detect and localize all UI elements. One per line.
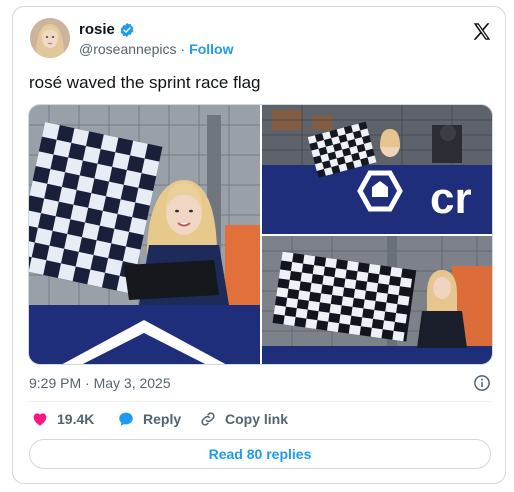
copy-link-label: Copy link: [225, 411, 289, 427]
x-logo-icon[interactable]: [471, 21, 493, 43]
media-photo-3[interactable]: [262, 236, 492, 364]
reply-button[interactable]: Reply: [117, 410, 181, 428]
like-button[interactable]: 19.4K: [31, 410, 94, 428]
media-photo-2[interactable]: cr: [262, 105, 492, 234]
tweet-text: rosé waved the sprint race flag: [29, 73, 261, 92]
author-name-row: rosie: [79, 21, 135, 38]
media-photo-1[interactable]: [29, 105, 260, 364]
heart-icon: [33, 413, 47, 426]
reply-bubble-icon: [119, 412, 133, 426]
read-replies-button[interactable]: Read 80 replies: [29, 439, 491, 469]
follow-button[interactable]: Follow: [189, 41, 233, 57]
separator-dot: ·: [180, 41, 186, 57]
tweet-timestamp[interactable]: 9:29 PM · May 3, 2025: [29, 375, 171, 391]
media-grid: cr: [28, 104, 493, 365]
tweet-card: rosie @roseannepics · Follow rosé waved …: [12, 6, 506, 484]
author-handle[interactable]: @roseannepics: [79, 41, 177, 57]
author-display-name[interactable]: rosie: [79, 21, 115, 38]
author-handle-row: @roseannepics · Follow: [79, 41, 234, 57]
like-count: 19.4K: [57, 411, 95, 427]
divider: [29, 401, 491, 402]
banner-text: cr: [430, 174, 472, 223]
avatar[interactable]: [30, 18, 70, 58]
info-icon[interactable]: [473, 374, 491, 392]
reply-label: Reply: [143, 411, 182, 427]
link-icon: [201, 412, 215, 426]
copy-link-button[interactable]: Copy link: [199, 410, 288, 428]
verified-badge-icon: [120, 22, 134, 37]
